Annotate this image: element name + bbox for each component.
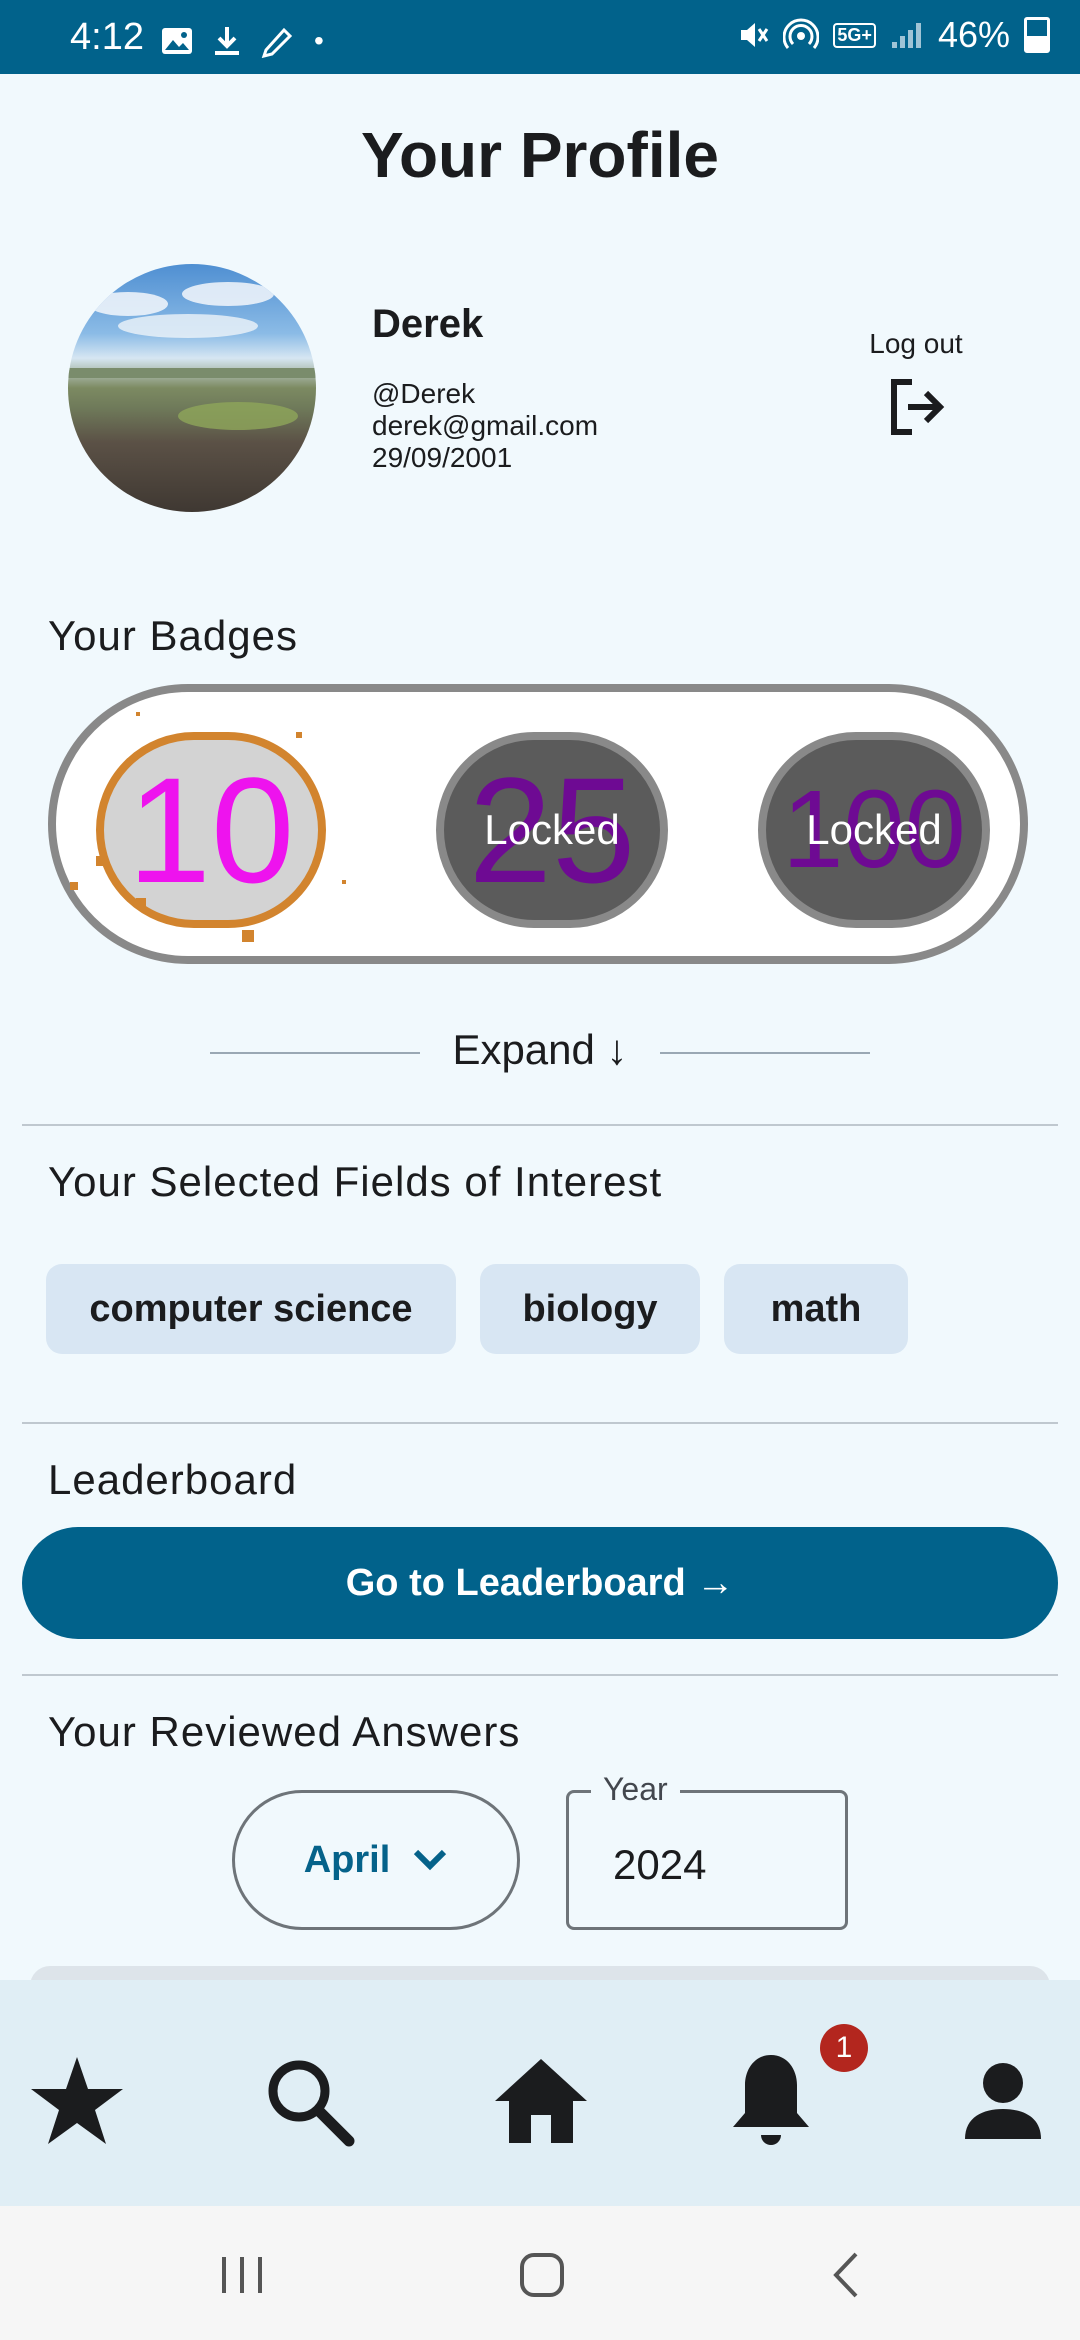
profile-birthdate: 29/09/2001 <box>372 442 513 473</box>
home-system-button[interactable] <box>502 2240 582 2310</box>
year-field[interactable]: Year 2024 <box>566 1771 848 1930</box>
expand-button[interactable]: Expand ↓ <box>420 1026 660 1074</box>
badge-locked-label: Locked <box>484 806 620 853</box>
nav-favorites[interactable] <box>22 2046 132 2156</box>
search-icon <box>268 2060 355 2147</box>
page-title: Your Profile <box>361 119 719 191</box>
month-dropdown[interactable]: April <box>232 1790 520 1930</box>
chip-biology[interactable]: biology <box>480 1264 700 1354</box>
chip-computer-science[interactable]: computer science <box>46 1264 456 1354</box>
reviewed-heading: Your Reviewed Answers <box>48 1708 521 1755</box>
mute-icon <box>741 23 769 47</box>
go-to-leaderboard-button[interactable]: Go to Leaderboard → <box>22 1527 1058 1639</box>
battery-percent: 46% <box>937 14 1010 55</box>
section-divider <box>22 1124 1058 1126</box>
signal-icon <box>891 23 921 48</box>
logout-icon[interactable] <box>884 374 950 440</box>
chevron-down-icon <box>414 1849 447 1871</box>
hotspot-icon <box>783 18 820 49</box>
section-divider <box>22 1674 1058 1676</box>
recent-apps-icon <box>222 2257 262 2293</box>
status-right: 5G+ 46% <box>737 14 1050 56</box>
nav-search[interactable] <box>254 2046 364 2156</box>
star-icon <box>31 2057 123 2144</box>
avatar-photo <box>68 282 316 430</box>
nav-profile[interactable] <box>948 2046 1058 2156</box>
interests-heading: Your Selected Fields of Interest <box>48 1158 663 1205</box>
nav-notifications[interactable] <box>716 2046 826 2156</box>
dot-icon: • <box>314 25 324 56</box>
profile-name: Derek <box>372 302 484 346</box>
download-icon <box>215 27 239 55</box>
badges-heading: Your Badges <box>48 612 298 659</box>
person-icon <box>965 2063 1041 2139</box>
sparkle-decoration <box>70 712 346 942</box>
home-circle-icon <box>520 2253 564 2297</box>
recent-apps-button[interactable] <box>202 2240 282 2310</box>
leaderboard-heading: Leaderboard <box>48 1456 298 1503</box>
profile-handle: @Derek <box>372 378 476 409</box>
badges-container: 10 25 Locked 100 Locked <box>48 684 1028 964</box>
back-button[interactable] <box>806 2240 886 2310</box>
profile-email: derek@gmail.com <box>372 410 599 441</box>
back-icon <box>833 2252 858 2298</box>
badge-25[interactable]: 25 Locked <box>436 732 668 928</box>
status-time: 4:12 <box>70 16 144 58</box>
battery-icon <box>1024 17 1050 53</box>
month-value: April <box>303 1838 391 1881</box>
logout-label[interactable]: Log out <box>856 328 976 360</box>
year-field-label: Year <box>591 1771 680 1808</box>
expand-divider-right <box>660 1052 870 1054</box>
home-icon <box>495 2059 587 2143</box>
network-label: 5G+ <box>833 22 876 48</box>
nav-home[interactable] <box>486 2046 596 2156</box>
notification-icons: • <box>160 24 324 58</box>
image-icon <box>162 28 192 54</box>
edit-icon <box>261 27 293 58</box>
section-divider <box>22 1422 1058 1424</box>
chip-math[interactable]: math <box>724 1264 908 1354</box>
notification-count-badge: 1 <box>820 2024 868 2072</box>
bell-icon <box>733 2055 809 2145</box>
badge-locked-label: Locked <box>806 806 942 853</box>
year-field-value: 2024 <box>613 1841 707 1888</box>
avatar[interactable] <box>68 264 316 512</box>
status-bar: 4:12 • 5G+ 46% <box>0 0 1080 74</box>
badge-100[interactable]: 100 Locked <box>758 732 990 928</box>
expand-divider-left <box>210 1052 420 1054</box>
